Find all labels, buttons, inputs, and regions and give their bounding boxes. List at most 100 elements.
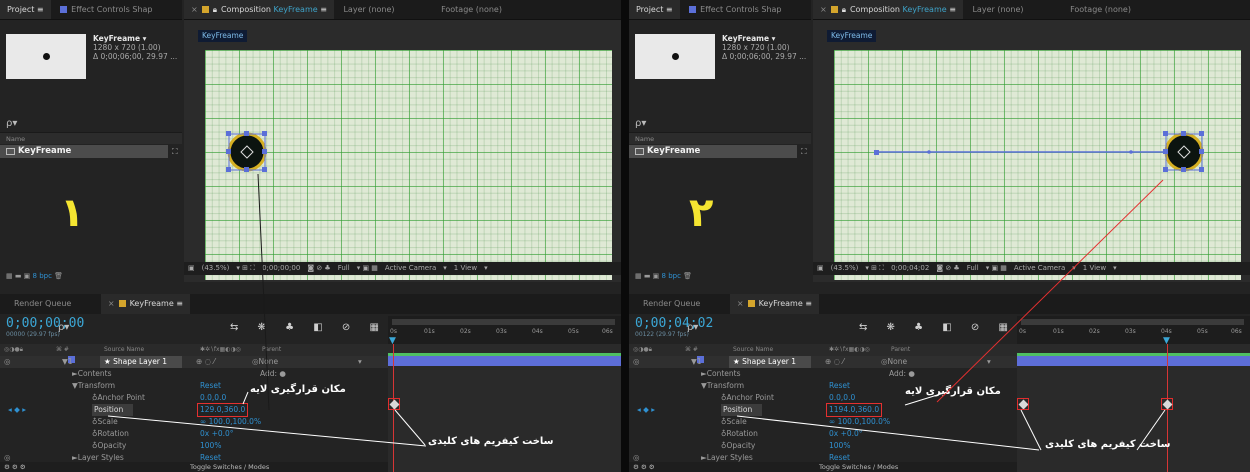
comp-canvas[interactable] bbox=[834, 50, 1241, 280]
shape-layer-graphic bbox=[226, 131, 267, 172]
flowchart-icon[interactable]: ⛶ bbox=[172, 147, 178, 157]
frame-count: 00000 (29.97 fps) bbox=[6, 331, 60, 338]
flowchart-icon[interactable]: ⛶ bbox=[801, 147, 807, 157]
composition-viewer: KeyFreame bbox=[813, 20, 1250, 282]
timecode-display[interactable]: 0;00;00;00 bbox=[6, 316, 84, 331]
position-value[interactable]: 129.0,360.0 bbox=[196, 403, 249, 417]
comp-title-tab[interactable]: KeyFreame bbox=[198, 30, 248, 42]
position-value[interactable]: 1194.0,360.0 bbox=[825, 403, 883, 417]
layer-column-header: ◎◑●🔒︎ ⌘ # Source Name ✱✲∖fx▦◐◑◎ Parent bbox=[0, 344, 388, 356]
timeline-tabbar: Render Queue × KeyFreame ≡ bbox=[0, 294, 621, 314]
tab-project[interactable]: Project ≡ bbox=[629, 0, 680, 19]
layer-column-header: ◎◑●🔒︎ ⌘ # Source Name ✱✲∖fx▦◐◑◎ Parent bbox=[629, 344, 1017, 356]
opacity-row[interactable]: ♁ Opacity 100% bbox=[629, 440, 1017, 452]
tab-effect-controls[interactable]: Effect Controls Shap bbox=[682, 0, 788, 19]
project-column-name[interactable]: Name bbox=[0, 132, 182, 144]
tab-timeline-comp[interactable]: × KeyFreame ≡ bbox=[100, 294, 190, 314]
project-item-comp[interactable]: KeyFreame bbox=[629, 145, 797, 158]
panel-divider bbox=[621, 0, 629, 472]
layer-duration-bar[interactable] bbox=[1017, 356, 1250, 366]
position-row[interactable]: ◂ ◆ ▸♁ ⊵ Position129.0,360.0 bbox=[0, 403, 388, 417]
view-layout-select[interactable]: 1 View bbox=[454, 264, 477, 272]
comp-info: KeyFreame ▾ 1280 x 720 (1.00) Δ 0;00;06;… bbox=[93, 34, 178, 61]
project-column-name[interactable]: Name bbox=[629, 132, 811, 144]
composition-icon bbox=[635, 148, 644, 155]
contents-group[interactable]: ► Contents Add: ● bbox=[0, 368, 388, 380]
timeline-panel: Render Queue × KeyFreame ≡ 0;00;00;00 000… bbox=[0, 294, 621, 472]
project-item-comp[interactable]: KeyFreame bbox=[0, 145, 168, 158]
tab-composition[interactable]: × 🔒︎ Composition KeyFreame ≡ bbox=[184, 0, 334, 19]
composition-icon bbox=[6, 148, 15, 155]
position-row[interactable]: ◂ ◆ ▸♁ ⊵ Position1194.0,360.0 bbox=[629, 403, 1017, 417]
tab-render-queue[interactable]: Render Queue bbox=[629, 294, 707, 314]
current-time[interactable]: 0;00;00;00 bbox=[262, 264, 300, 272]
shape-layer-motion-path bbox=[874, 131, 1204, 172]
viewer-toolbar: ▣ (43.5%) ▾ ⊞ ⛶ 0;00;00;00 ◙ ⊘ ♣ Full ▾ ▣ ▦ Act… bbox=[184, 262, 621, 275]
timeline-search-icon[interactable]: ρ▾ bbox=[58, 322, 69, 333]
annotation-create-keyframes: ساخت کیفریم های کلیدی bbox=[428, 436, 554, 447]
step-number: ۱ bbox=[60, 190, 85, 236]
tab-timeline-comp[interactable]: × KeyFreame ≡ bbox=[729, 294, 819, 314]
composition-viewer: KeyFreame bbox=[184, 20, 621, 282]
timeline-search-icon[interactable]: ρ▾ bbox=[687, 322, 698, 333]
current-time[interactable]: 0;00;04;02 bbox=[891, 264, 929, 272]
keyframe-highlight-start bbox=[1017, 398, 1029, 410]
timeline-tracks[interactable] bbox=[388, 344, 621, 472]
timecode-display[interactable]: 0;00;04;02 bbox=[635, 316, 713, 331]
resolution-select[interactable]: Full bbox=[967, 264, 979, 272]
viewer-tabbar: × 🔒︎ Composition KeyFreame ≡ Layer (none) … bbox=[184, 0, 621, 20]
contents-group[interactable]: ► Contents Add: ● bbox=[629, 368, 1017, 380]
annotation-create-keyframes: ساخت کیفریم های کلیدی bbox=[1045, 439, 1171, 450]
layer-row-shape[interactable]: ◎ ▼ 1 ★ Shape Layer 1 ⊕ ◌ ⁄ ◎ None ▾ bbox=[629, 356, 1017, 368]
comp-info: KeyFreame ▾ 1280 x 720 (1.00) Δ 0;00;06;… bbox=[722, 34, 807, 61]
tab-layer[interactable]: Layer (none) bbox=[336, 0, 401, 19]
tab-project[interactable]: Project ≡ bbox=[0, 0, 51, 19]
tab-composition[interactable]: × 🔒︎ Composition KeyFreame ≡ bbox=[813, 0, 963, 19]
project-tabbar: Project ≡ Effect Controls Shap bbox=[0, 0, 182, 20]
screenshot-step-1: Project ≡ Effect Controls Shap × 🔒︎ Compos… bbox=[0, 0, 621, 472]
project-panel: KeyFreame ▾ 1280 x 720 (1.00) Δ 0;00;06;… bbox=[0, 20, 182, 282]
timeline-tracks[interactable] bbox=[1017, 344, 1250, 472]
tab-layer[interactable]: Layer (none) bbox=[965, 0, 1030, 19]
tab-footage[interactable]: Footage (none) bbox=[1063, 0, 1138, 19]
zoom-level[interactable]: (43.5%) bbox=[831, 264, 859, 272]
screenshot-step-2: Project ≡ Effect Controls Shap × 🔒︎ Compos… bbox=[629, 0, 1250, 472]
timeline-tabbar: Render Queue × KeyFreame ≡ bbox=[629, 294, 1250, 314]
project-footer: ▦ ▬ ▣ 8 bpc 🗑︎ bbox=[635, 272, 693, 280]
rotation-row[interactable]: ♁ Rotation 0x +0.0° bbox=[0, 428, 388, 440]
comp-canvas[interactable] bbox=[205, 50, 612, 280]
search-icon[interactable]: ρ▾ bbox=[6, 118, 17, 129]
project-panel: KeyFreame ▾ 1280 x 720 (1.00) Δ 0;00;06;… bbox=[629, 20, 811, 282]
work-area-bar[interactable] bbox=[392, 319, 615, 325]
tab-render-queue[interactable]: Render Queue bbox=[0, 294, 78, 314]
snapshot-icon[interactable]: ▣ bbox=[188, 264, 195, 272]
scale-row[interactable]: ♁ Scale ∞ 100.0,100.0% bbox=[0, 416, 388, 428]
resolution-select[interactable]: Full bbox=[338, 264, 350, 272]
zoom-level[interactable]: (43.5%) bbox=[202, 264, 230, 272]
project-tabbar: Project ≡ Effect Controls Shap bbox=[629, 0, 811, 20]
search-icon[interactable]: ρ▾ bbox=[635, 118, 646, 129]
comp-thumbnail bbox=[6, 34, 86, 79]
comp-title-tab[interactable]: KeyFreame bbox=[827, 30, 877, 42]
project-footer: ▦ ▬ ▣ 8 bpc 🗑︎ bbox=[6, 272, 64, 280]
work-area-bar[interactable] bbox=[1021, 319, 1244, 325]
camera-select[interactable]: Active Camera bbox=[385, 264, 436, 272]
layer-duration-bar[interactable] bbox=[388, 356, 621, 366]
tab-effect-controls[interactable]: Effect Controls Shap bbox=[53, 0, 159, 19]
view-layout-select[interactable]: 1 View bbox=[1083, 264, 1106, 272]
step-number: ۲ bbox=[689, 190, 714, 236]
scale-row[interactable]: ♁ Scale ∞ 100.0,100.0% bbox=[629, 416, 1017, 428]
time-ruler[interactable]: 0s 01s 02s 03s 04s 05s 06s ▼ bbox=[388, 316, 621, 346]
opacity-row[interactable]: ♁ Opacity 100% bbox=[0, 440, 388, 452]
time-ruler[interactable]: 0s 01s 02s 03s 04s 05s 06s ▼ bbox=[1017, 316, 1250, 346]
tab-footage[interactable]: Footage (none) bbox=[434, 0, 509, 19]
viewer-tabbar: × 🔒︎ Composition KeyFreame ≡ Layer (none) … bbox=[813, 0, 1250, 20]
rotation-row[interactable]: ♁ Rotation 0x +0.0° bbox=[629, 428, 1017, 440]
snapshot-icon[interactable]: ▣ bbox=[817, 264, 824, 272]
layer-row-shape[interactable]: ◎ ▼ 1 ★ Shape Layer 1 ⊕ ◌ ⁄ ◎ None ▾ bbox=[0, 356, 388, 368]
annotation-layer-position: مکان قرارگیری لایه bbox=[250, 384, 346, 395]
camera-select[interactable]: Active Camera bbox=[1014, 264, 1065, 272]
timeline-panel: Render Queue × KeyFreame ≡ 0;00;04;02 001… bbox=[629, 294, 1250, 472]
frame-count: 00122 (29.97 fps) bbox=[635, 331, 689, 338]
comp-thumbnail bbox=[635, 34, 715, 79]
